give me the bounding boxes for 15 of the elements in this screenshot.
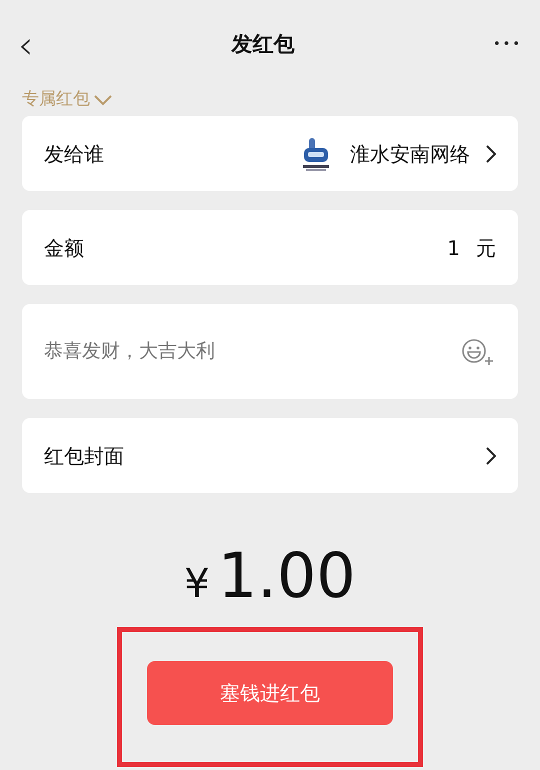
message-card[interactable]: 恭喜发财，大吉大利	[22, 304, 518, 399]
chevron-down-icon	[94, 94, 112, 106]
field-label: 金额	[44, 234, 84, 262]
total-amount: ¥1.00	[183, 545, 357, 607]
recipient-name: 淮水安南网络	[350, 140, 470, 168]
page-title: 发红包	[232, 31, 295, 58]
unit-label: 元	[476, 234, 496, 262]
chevron-right-icon	[486, 446, 496, 464]
field-label: 红包封面	[44, 442, 124, 470]
emoji-add-icon[interactable]	[460, 336, 496, 366]
chevron-right-icon	[486, 144, 496, 162]
field-label: 发给谁	[44, 140, 104, 168]
more-button[interactable]: •••	[492, 35, 522, 55]
back-button[interactable]: ‹	[18, 26, 34, 64]
amount-value: 1	[447, 234, 460, 262]
